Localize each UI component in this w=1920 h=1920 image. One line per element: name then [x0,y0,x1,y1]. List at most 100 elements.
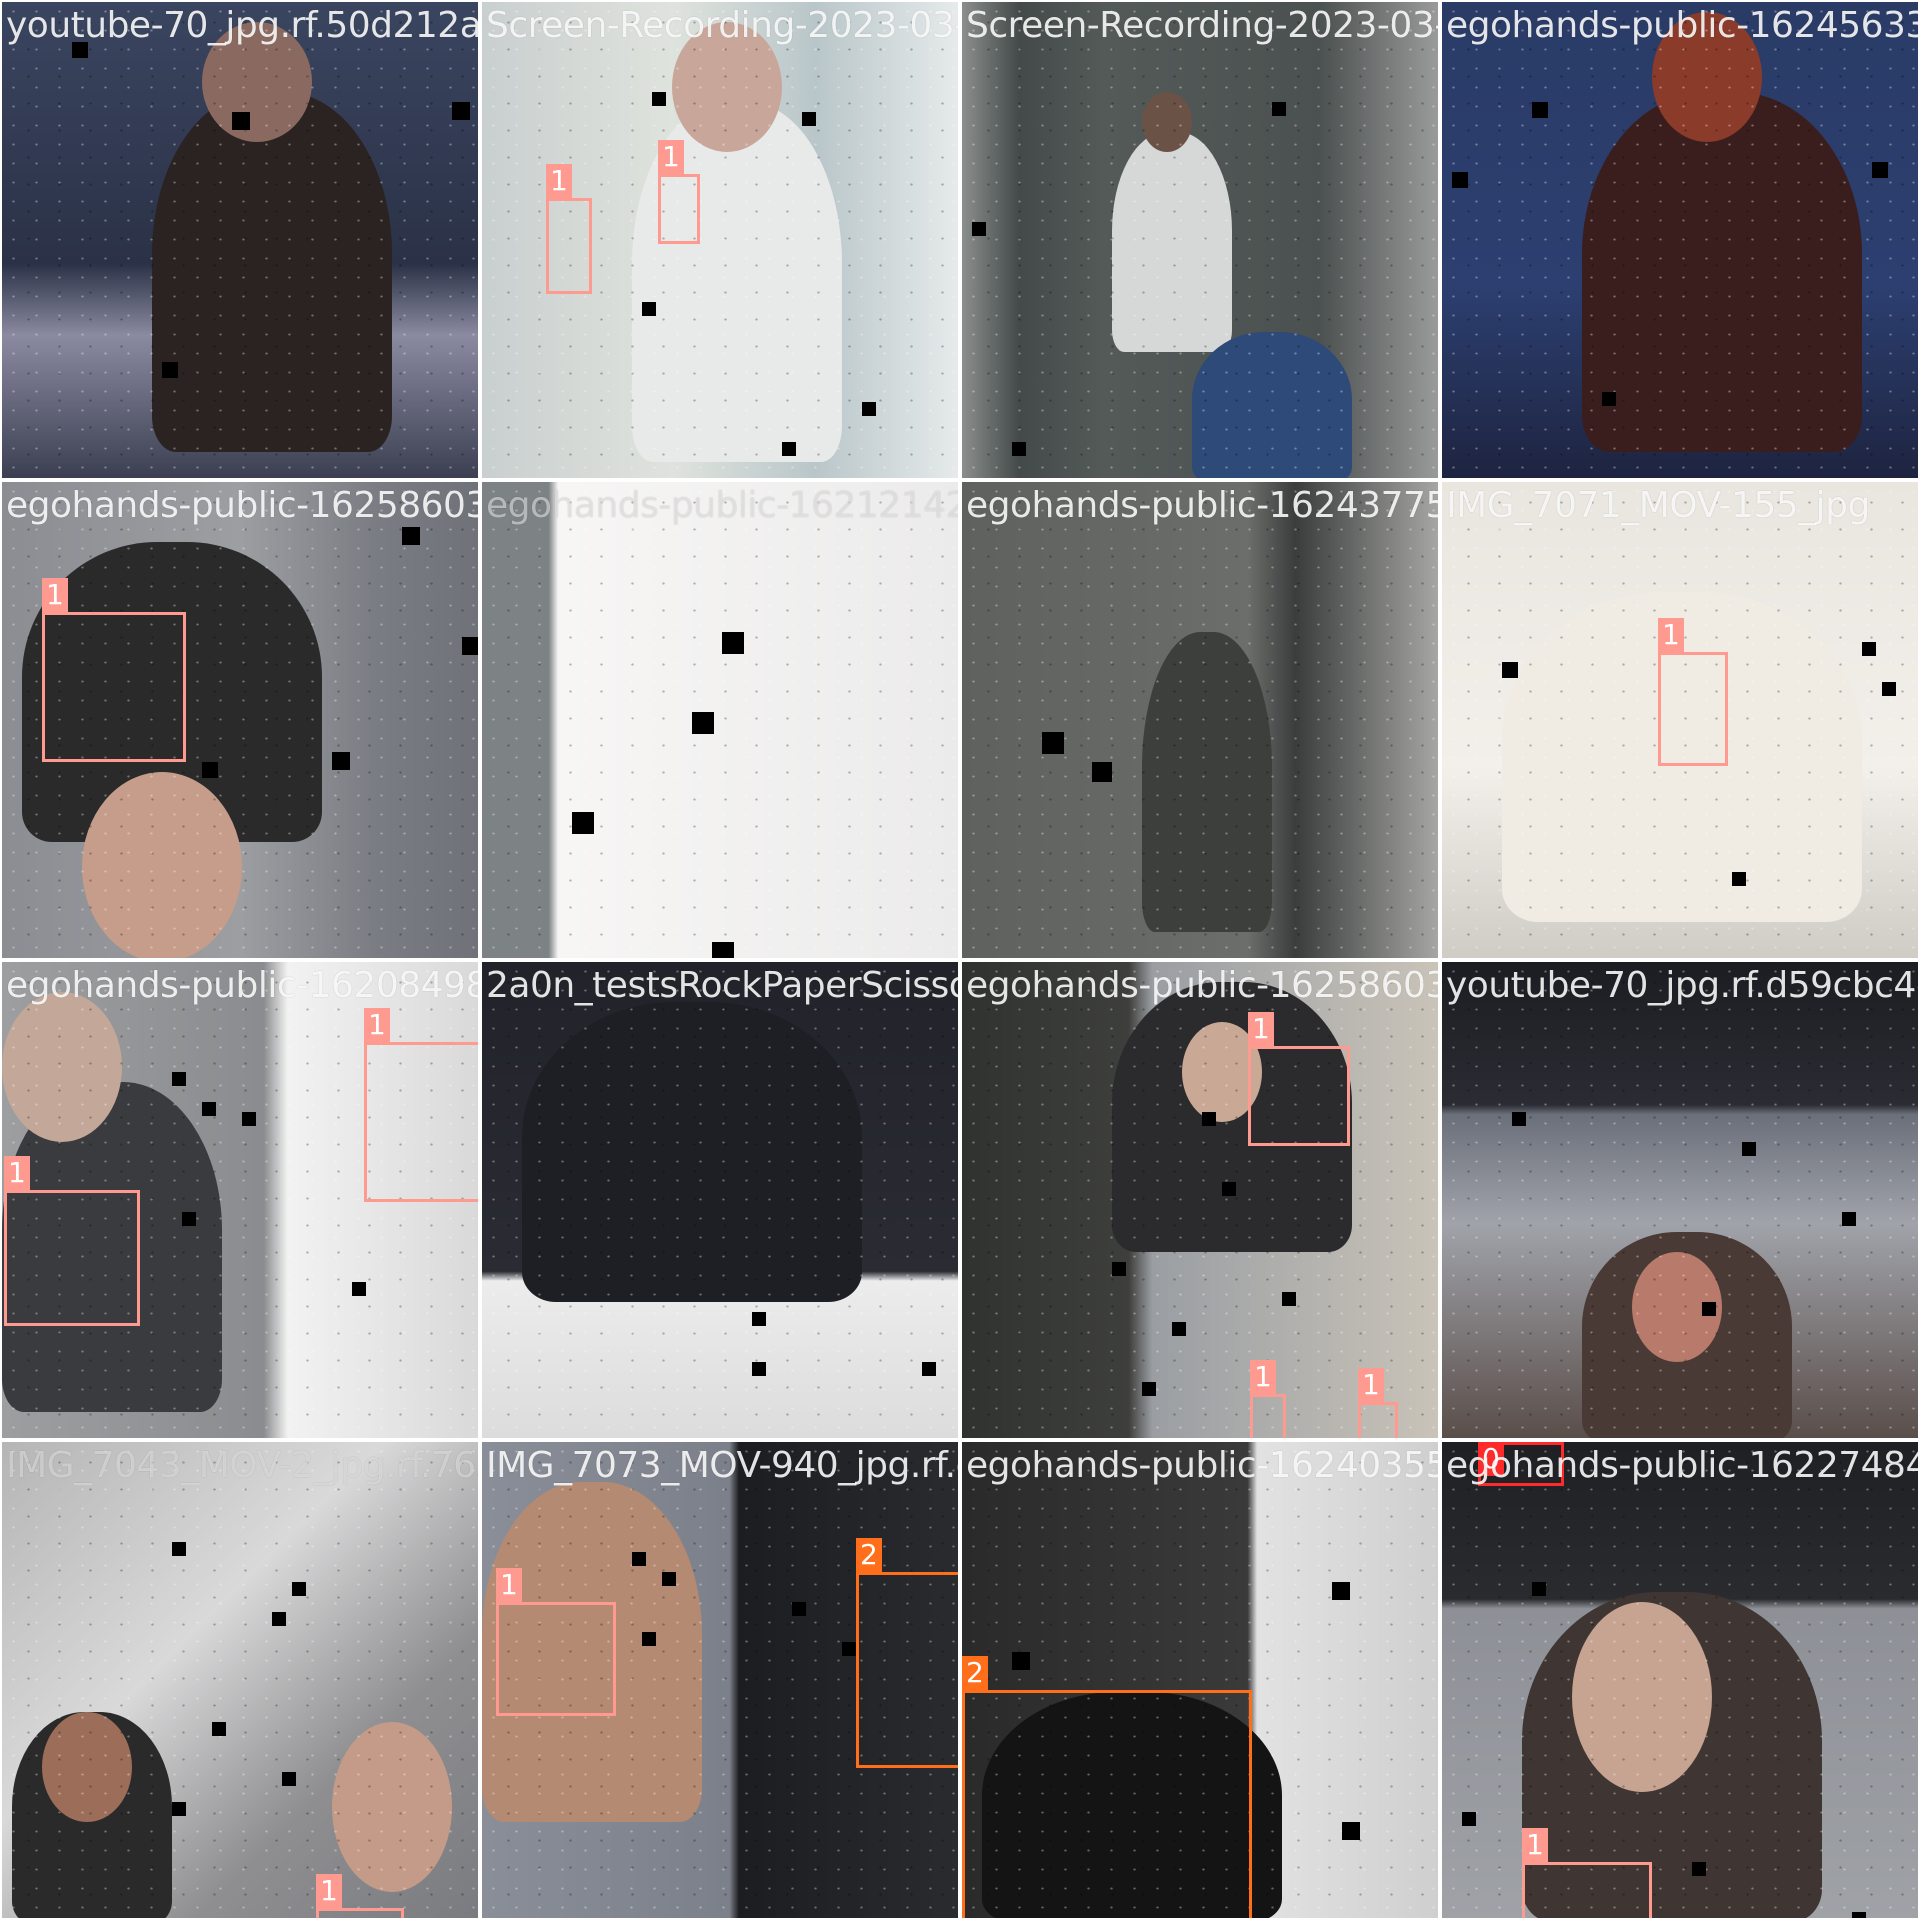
tile-filename-label: Screen-Recording-2023-03-11-at-9-48-18-P [486,5,960,46]
cutout-square [1602,392,1616,406]
mosaic-tile: egohands-public-16212142575700 [480,480,960,960]
mosaic-tile: 1 IMG_7043_MOV-2_jpg.rf.763d3 [0,1440,480,1920]
cutout-square [1272,102,1286,116]
class-tag: 1 [1658,618,1684,652]
bounding-box [1522,1862,1652,1918]
cutout-square [1332,1582,1350,1600]
figure-head [2,992,122,1142]
tile-filename-label: egohands-public-1624035528688 [966,1445,1438,1486]
tile-image [482,482,958,958]
bounding-box [1658,652,1728,766]
figure-head [332,1722,452,1892]
class-tag: 1 [658,140,684,174]
mosaic-tile: egohands-public-1624563390 [1440,0,1920,480]
tile-filename-label: egohands-public-16212142575700 [486,485,958,526]
cutout-square [1112,1262,1126,1276]
cutout-square [282,1772,296,1786]
bounding-box [4,1190,140,1326]
cutout-square [202,762,218,778]
cutout-square [712,942,734,958]
cutout-square [692,712,714,734]
mosaic-tile: 1 1 1 egohands-public-1625860379292 [960,960,1440,1440]
cutout-square [1342,1822,1360,1840]
cutout-square [1852,1912,1866,1918]
cutout-square [572,812,594,834]
tile-filename-label: egohands-public-1622748410 [1446,1445,1918,1486]
bounding-box [546,198,592,294]
class-tag: 1 [1248,1012,1274,1046]
cutout-square [212,1722,226,1736]
cutout-square [352,1282,366,1296]
tile-filename-label: IMG_7043_MOV-2_jpg.rf.763d3 [6,1445,478,1486]
mosaic-tile: egohands-public-1624377525664 [960,480,1440,960]
cutout-square [1882,682,1896,696]
tile-filename-label: egohands-public-1620849855892 [6,965,478,1006]
cutout-square [862,402,876,416]
cutout-square [632,1552,646,1566]
cutout-square [172,1072,186,1086]
class-tag: 1 [364,1008,390,1042]
mosaic-tile: 01egohands-public-1622748410 [1440,1440,1920,1920]
cutout-square [792,1602,806,1616]
cutout-square [1012,1652,1030,1670]
figure-body [1142,632,1272,932]
cutout-square [972,222,986,236]
cutout-square [182,1212,196,1226]
class-tag: 2 [962,1656,988,1690]
cutout-square [1842,1212,1856,1226]
bounding-box [1250,1394,1286,1438]
cutout-square [272,1612,286,1626]
figure-head [1142,92,1192,152]
cutout-square [652,92,666,106]
cutout-square [172,1542,186,1556]
training-batch-mosaic: youtube-70_jpg.rf.50d212a9b8029e92e2f8e1… [0,0,1920,1920]
figure-body [1582,92,1862,452]
class-tag: 1 [4,1156,30,1190]
cutout-square [1692,1862,1706,1876]
cutout-square [1172,1322,1186,1336]
cutout-square [1872,162,1888,178]
cutout-square [232,112,250,130]
cutout-square [1282,1292,1296,1306]
mosaic-tile: youtube-70_jpg.rf.50d212a9b8029e92e2f8e [0,0,480,480]
figure-body [522,1002,862,1302]
tile-filename-label: egohands-public-1625860376002 [6,485,478,526]
tile-filename-label: egohands-public-1624377525664 [966,485,1438,526]
cutout-square [1142,1382,1156,1396]
mosaic-tile: 2a0n_testsRockPaperScissors [480,960,960,1440]
mosaic-tile: 1 1 Screen-Recording-2023-03-11-at-9-48-18… [480,0,960,480]
tile-filename-label: youtube-70_jpg.rf.d59cbc4e8 [1446,965,1920,1006]
cutout-square [1532,102,1548,118]
cutout-square [1512,1112,1526,1126]
bounding-box [364,1042,478,1202]
bounding-box [856,1572,958,1768]
cutout-square [802,112,816,126]
cutout-square [1452,172,1468,188]
bounding-box [1248,1046,1350,1146]
cutout-square [242,1112,256,1126]
cutout-square [1222,1182,1236,1196]
cutout-square [462,637,478,655]
cutout-square [1012,442,1026,456]
cutout-square [172,1802,186,1816]
class-tag: 1 [496,1568,522,1602]
cutout-square [752,1362,766,1376]
cutout-square [162,362,178,378]
mosaic-tile: 1 2 IMG_7073_MOV-940_jpg.rf.c7440 [480,1440,960,1920]
class-tag: 1 [546,164,572,198]
class-tag: 1 [316,1874,342,1908]
cutout-square [1732,872,1746,886]
cutout-square [752,1312,766,1326]
bounding-box [496,1602,616,1716]
tile-filename-label: egohands-public-1624563390 [1446,5,1918,46]
cutout-square [922,1362,936,1376]
figure-body [1192,332,1352,478]
cutout-square [1532,1582,1546,1596]
cutout-square [842,1642,856,1656]
figure-body [152,92,392,452]
cutout-square [1502,662,1518,678]
figure-head [42,1712,132,1822]
cutout-square [452,102,470,120]
mosaic-tile: 1 IMG_7071_MOV-155_jpg [1440,480,1920,960]
cutout-square [1202,1112,1216,1126]
